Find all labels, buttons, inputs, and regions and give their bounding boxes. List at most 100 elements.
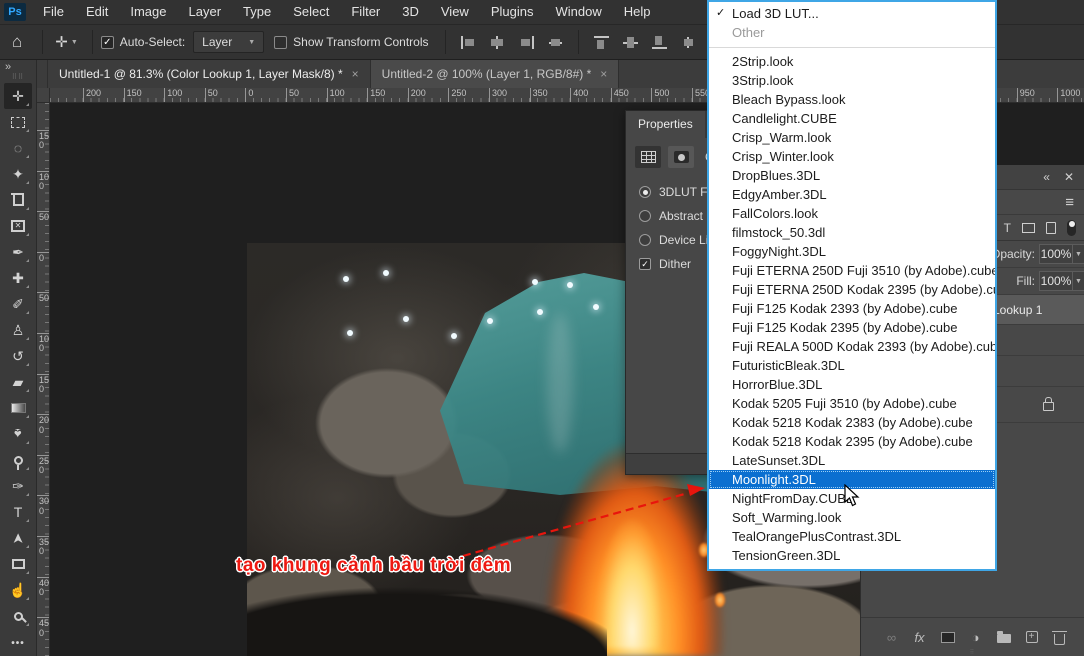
rectangular-marquee-tool[interactable] (4, 109, 32, 135)
blur-tool[interactable]: ♠ (4, 421, 32, 447)
radio-3dlut-file[interactable] (639, 186, 651, 198)
radio-abstract[interactable] (639, 210, 651, 222)
gradient-tool[interactable] (4, 395, 32, 421)
rectangle-tool[interactable] (4, 551, 32, 577)
lut-option[interactable]: 2Strip.look (709, 52, 995, 71)
lut-option[interactable]: DropBlues.3DL (709, 166, 995, 185)
auto-select-mode-dropdown[interactable]: Layer ▼ (193, 31, 264, 53)
zoom-tool[interactable] (4, 603, 32, 629)
menu-window[interactable]: Window (544, 0, 612, 24)
tab-close-icon[interactable]: × (352, 67, 359, 81)
move-tool-preset-icon[interactable]: ✛ (55, 33, 68, 51)
crop-tool[interactable] (4, 187, 32, 213)
lut-option[interactable]: EdgyAmber.3DL (709, 185, 995, 204)
magic-wand-tool[interactable]: ✦ (4, 161, 32, 187)
lut-menu-load-3d-lut-[interactable]: ✓Load 3D LUT... (709, 4, 995, 23)
menu-image[interactable]: Image (119, 0, 177, 24)
filter-shape-icon[interactable] (1022, 223, 1035, 233)
lut-option[interactable]: Crisp_Warm.look (709, 128, 995, 147)
show-transform-checkbox[interactable] (274, 36, 287, 49)
type-tool[interactable]: T (4, 499, 32, 525)
lut-option[interactable]: Kodak 5218 Kodak 2383 (by Adobe).cube (709, 413, 995, 432)
menu-file[interactable]: File (32, 0, 75, 24)
distribute-centers-v-icon[interactable] (681, 36, 696, 49)
collapse-panel-icon[interactable]: « (1043, 170, 1050, 184)
lut-option[interactable]: TensionGreen.3DL (709, 546, 995, 565)
lut-grid-icon[interactable] (635, 146, 661, 168)
lut-option[interactable]: HorrorBlue.3DL (709, 375, 995, 394)
edit-toolbar-icon[interactable]: ••• (4, 630, 32, 656)
lut-option[interactable]: Fuji REALA 500D Kodak 2393 (by Adobe).cu… (709, 337, 995, 356)
tab-close-icon[interactable]: × (600, 67, 607, 81)
frame-tool[interactable]: ✕ (4, 213, 32, 239)
move-tool[interactable]: ✛ (4, 83, 32, 109)
lut-option[interactable]: Fuji F125 Kodak 2395 (by Adobe).cube (709, 318, 995, 337)
document-tab[interactable]: Untitled-2 @ 100% (Layer 1, RGB/8#) *× (371, 60, 620, 88)
new-layer-icon[interactable]: + (1024, 631, 1039, 643)
lut-option[interactable]: FallColors.look (709, 204, 995, 223)
filter-toggle-switch[interactable] (1067, 220, 1076, 236)
lut-option[interactable]: filmstock_50.3dl (709, 223, 995, 242)
radio-device-link[interactable] (639, 234, 651, 246)
lut-option[interactable]: Fuji ETERNA 250D Kodak 2395 (by Adobe).c… (709, 280, 995, 299)
document-tab[interactable]: Untitled-1 @ 81.3% (Color Lookup 1, Laye… (47, 60, 371, 88)
menu-filter[interactable]: Filter (340, 0, 391, 24)
align-right-icon[interactable] (519, 36, 534, 49)
auto-select-checkbox[interactable]: ✓ (101, 36, 114, 49)
menu-plugins[interactable]: Plugins (480, 0, 545, 24)
lut-option[interactable]: FoggyNight.3DL (709, 242, 995, 261)
lut-option[interactable]: Fuji ETERNA 250D Fuji 3510 (by Adobe).cu… (709, 261, 995, 280)
lut-option[interactable]: LateSunset.3DL (709, 451, 995, 470)
adjustment-layer-icon[interactable]: ◑ (968, 630, 983, 645)
fill-value-field[interactable]: 100% (1039, 271, 1073, 291)
panel-menu-icon[interactable]: ≡ (1065, 194, 1074, 211)
menu-edit[interactable]: Edit (75, 0, 119, 24)
lut-option[interactable]: Crisp_Winter.look (709, 147, 995, 166)
filter-smart-object-icon[interactable] (1046, 222, 1056, 234)
lut-option[interactable]: Candlelight.CUBE (709, 109, 995, 128)
dither-checkbox[interactable]: ✓ (639, 258, 651, 270)
delete-layer-icon[interactable] (1052, 630, 1067, 645)
menu-type[interactable]: Type (232, 0, 282, 24)
close-panel-icon[interactable]: ✕ (1064, 170, 1074, 184)
tab-properties[interactable]: Properties (626, 111, 705, 138)
healing-brush-tool[interactable]: ✚ (4, 265, 32, 291)
menu-layer[interactable]: Layer (178, 0, 233, 24)
lut-option[interactable]: Kodak 5205 Fuji 3510 (by Adobe).cube (709, 394, 995, 413)
chevron-down-icon[interactable]: ▼ (71, 39, 78, 46)
fill-chevron-icon[interactable]: ▼ (1073, 271, 1084, 291)
opacity-chevron-icon[interactable]: ▼ (1073, 244, 1084, 264)
brush-tool[interactable]: ✐ (4, 291, 32, 317)
mask-thumbnail-icon[interactable] (668, 146, 694, 168)
eraser-tool[interactable]: ▰ (4, 369, 32, 395)
new-group-icon[interactable] (996, 631, 1011, 643)
lut-option[interactable]: Bleach Bypass.look (709, 90, 995, 109)
lut-option[interactable]: TealOrangePlusContrast.3DL (709, 527, 995, 546)
lut-option[interactable]: Soft_Warming.look (709, 508, 995, 527)
link-layers-icon[interactable]: ∞ (884, 630, 899, 645)
lut-option[interactable]: 3Strip.look (709, 71, 995, 90)
clone-stamp-tool[interactable]: ♙ (4, 317, 32, 343)
align-bottom-icon[interactable] (652, 36, 667, 49)
align-left-icon[interactable] (461, 36, 476, 49)
align-top-icon[interactable] (594, 36, 609, 49)
lut-option[interactable]: Kodak 5218 Kodak 2395 (by Adobe).cube (709, 432, 995, 451)
align-center-h-icon[interactable] (490, 36, 505, 49)
home-icon[interactable]: ⌂ (0, 32, 34, 52)
menu-select[interactable]: Select (282, 0, 340, 24)
add-layer-mask-icon[interactable] (940, 632, 955, 643)
menu-3d[interactable]: 3D (391, 0, 430, 24)
lut-option[interactable]: Fuji F125 Kodak 2393 (by Adobe).cube (709, 299, 995, 318)
toolbar-expand-icon[interactable]: » (0, 60, 16, 73)
toolbar-grip-icon[interactable]: ⠿⠿ (12, 73, 24, 81)
lut-option[interactable]: FuturisticBleak.3DL (709, 356, 995, 375)
hand-tool[interactable]: ☝ (4, 577, 32, 603)
pen-tool[interactable]: ✑ (4, 473, 32, 499)
layer-effects-icon[interactable]: fx (912, 630, 927, 645)
dodge-tool[interactable] (4, 447, 32, 473)
path-selection-tool[interactable]: ➤ (4, 525, 32, 551)
eyedropper-tool[interactable]: ✒ (4, 239, 32, 265)
history-brush-tool[interactable]: ↺ (4, 343, 32, 369)
distribute-centers-h-icon[interactable] (548, 36, 563, 49)
menu-view[interactable]: View (430, 0, 480, 24)
